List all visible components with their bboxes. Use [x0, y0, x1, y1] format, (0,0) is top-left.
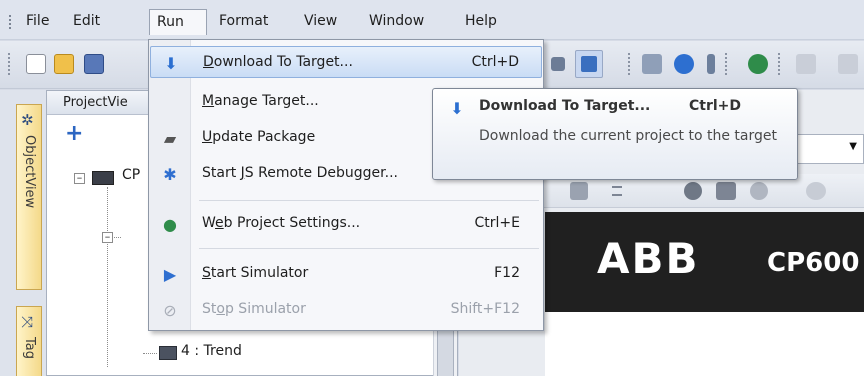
- tree-expander-child[interactable]: –: [102, 231, 113, 243]
- tab-tag[interactable]: ⤨ Tag: [16, 306, 42, 376]
- device-icon: [92, 171, 114, 185]
- undo-icon[interactable]: [796, 54, 816, 74]
- toolbar-separator: [628, 53, 630, 75]
- trend-icon: [159, 346, 177, 360]
- menu-item-shortcut: Shift+F12: [450, 301, 520, 317]
- menu-separator: [199, 200, 539, 201]
- menu-item-download-to-target[interactable]: ⬇ Download To Target... Ctrl+D: [150, 46, 542, 78]
- menu-format[interactable]: Format: [212, 9, 275, 35]
- tab-tag-label: Tag: [22, 337, 37, 360]
- menu-item-label: Start Simulator: [202, 265, 309, 281]
- panel-title: ProjectVie: [63, 95, 128, 110]
- menu-edit[interactable]: Edit: [66, 9, 107, 35]
- info-icon[interactable]: [684, 182, 702, 200]
- tree-expander-root[interactable]: –: [74, 172, 85, 184]
- download-tooltip: ⬇ Download To Target... Ctrl+D Download …: [432, 88, 798, 180]
- menu-separator: [199, 248, 539, 249]
- open-folder-icon[interactable]: [54, 54, 74, 74]
- menu-item-shortcut: Ctrl+D: [471, 54, 519, 70]
- menu-item-stop-simulator[interactable]: ⊘ Stop Simulator Shift+F12: [150, 294, 542, 326]
- menu-run[interactable]: Run: [149, 9, 207, 35]
- usb-stick-icon: ▰: [163, 129, 177, 148]
- tree-line: [107, 187, 108, 367]
- add-icon[interactable]: +: [65, 123, 83, 145]
- menu-window[interactable]: Window: [362, 9, 431, 35]
- toolbar-overflow-icon[interactable]: [707, 54, 715, 74]
- save-icon[interactable]: [84, 54, 104, 74]
- network-button[interactable]: [575, 50, 603, 78]
- redo-icon[interactable]: [838, 54, 858, 74]
- menu-item-label: Update Package: [202, 129, 316, 145]
- stop-icon: ⊘: [163, 301, 177, 320]
- objectview-icon: ✲: [21, 111, 34, 129]
- menu-item-shortcut: F12: [494, 265, 520, 281]
- tab-objectview[interactable]: ✲ ObjectView: [16, 104, 42, 290]
- download-icon: ⬇: [450, 99, 464, 118]
- globe-icon[interactable]: [748, 54, 768, 74]
- tree-root-label[interactable]: CP: [122, 167, 140, 183]
- menu-item-label: Manage Target...: [202, 93, 319, 109]
- align-icon[interactable]: [612, 186, 622, 196]
- properties-icon[interactable]: [642, 54, 662, 74]
- comment-icon[interactable]: [806, 182, 826, 200]
- menu-item-start-simulator[interactable]: ▶ Start Simulator F12: [150, 258, 542, 290]
- network-icon: [581, 56, 597, 72]
- menu-item-label: Start JS Remote Debugger...: [202, 165, 398, 181]
- menu-grip[interactable]: [9, 15, 12, 29]
- abb-logo: ABB: [597, 234, 700, 283]
- tree-branch: [143, 353, 157, 354]
- toolbar-separator: [725, 53, 727, 75]
- canvas[interactable]: [545, 312, 864, 376]
- menu-item-label: Download To Target...: [203, 54, 353, 70]
- new-file-icon[interactable]: [26, 54, 46, 74]
- run-menu: ⬇ Download To Target... Ctrl+D Manage Ta…: [148, 39, 544, 331]
- help-icon[interactable]: [674, 54, 694, 74]
- image-icon[interactable]: [716, 182, 736, 200]
- tooltip-description: Download the current project to the targ…: [479, 128, 777, 144]
- menu-help[interactable]: Help: [458, 9, 504, 35]
- tree-item-trend[interactable]: 4 : Trend: [181, 343, 242, 359]
- globe-icon: ●: [163, 215, 177, 234]
- tooltip-title: Download To Target...: [479, 98, 651, 114]
- tooltip-shortcut: Ctrl+D: [689, 98, 742, 114]
- device-model: CP600: [767, 248, 860, 278]
- menu-item-shortcut: Ctrl+E: [474, 215, 521, 231]
- chevron-down-icon[interactable]: ▼: [849, 141, 857, 152]
- menu-file[interactable]: File: [19, 9, 56, 35]
- side-strip: ✲ ObjectView ⤨ Tag: [0, 90, 46, 376]
- menu-bar: File Edit Run Format View Window Help: [0, 0, 864, 40]
- download-icon: ⬇: [164, 54, 178, 73]
- shuffle-icon: ⤨: [21, 313, 34, 331]
- play-icon: ▶: [163, 265, 177, 284]
- layout-icon[interactable]: [551, 57, 565, 71]
- menu-view[interactable]: View: [297, 9, 344, 35]
- toolbar-separator: [778, 53, 780, 75]
- tab-objectview-label: ObjectView: [22, 135, 37, 209]
- fill-icon[interactable]: [570, 182, 588, 200]
- toolbar-grip[interactable]: [8, 53, 10, 75]
- disable-icon[interactable]: [750, 182, 768, 200]
- bug-icon: ✱: [163, 165, 177, 184]
- menu-item-label: Stop Simulator: [202, 301, 306, 317]
- menu-item-label: Web Project Settings...: [202, 215, 361, 231]
- device-banner: ABB CP600: [545, 212, 864, 312]
- menu-item-web-project-settings[interactable]: ● Web Project Settings... Ctrl+E: [150, 208, 542, 240]
